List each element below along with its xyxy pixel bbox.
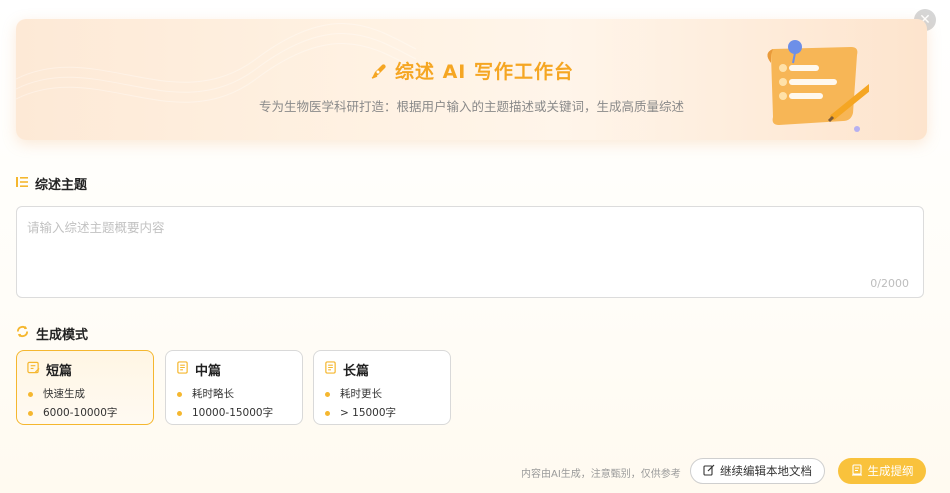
mode-option-bullets: 耗时更长 > 15000字 xyxy=(324,385,396,423)
header-banner: 综述 AI 写作工作台 专为生物医学科研打造：根据用户输入的主题描述或关键词，生… xyxy=(16,19,927,140)
list-icon xyxy=(16,176,28,192)
document-icon xyxy=(324,361,337,378)
list-item: 快速生成 xyxy=(27,385,117,404)
character-counter: 0/2000 xyxy=(870,277,909,290)
mode-option-bullets: 快速生成 6000-10000字 xyxy=(27,385,117,423)
generate-outline-button[interactable]: 生成提纲 xyxy=(838,458,926,484)
mode-label-text: 生成模式 xyxy=(36,328,89,343)
refresh-icon xyxy=(16,325,29,342)
list-item: 耗时更长 xyxy=(324,385,396,404)
list-item: 6000-10000字 xyxy=(27,404,117,423)
ai-disclaimer: 内容由AI生成，注意甄别，仅供参考 xyxy=(521,469,681,480)
document-pencil-illustration xyxy=(767,40,869,132)
mode-option-bullets: 耗时略长 10000-15000字 xyxy=(176,385,273,423)
mode-option-title: 短篇 xyxy=(27,360,72,379)
mode-option-short[interactable]: 短篇 快速生成 6000-10000字 xyxy=(16,350,154,425)
mode-option-title: 长篇 xyxy=(324,360,369,379)
mode-option-title: 中篇 xyxy=(176,360,221,379)
continue-edit-local-doc-button[interactable]: 继续编辑本地文档 xyxy=(690,458,825,484)
mode-option-title-text: 中篇 xyxy=(195,364,222,379)
mode-section-label: 生成模式 xyxy=(16,324,88,343)
list-item: 10000-15000字 xyxy=(176,404,273,423)
topic-label-text: 综述主题 xyxy=(35,178,88,193)
mode-option-medium[interactable]: 中篇 耗时略长 10000-15000字 xyxy=(165,350,303,425)
mode-option-title-text: 长篇 xyxy=(343,364,370,379)
mode-option-title-text: 短篇 xyxy=(46,364,73,379)
document-icon xyxy=(176,361,189,378)
edit-icon xyxy=(703,464,715,479)
outline-icon xyxy=(851,463,863,479)
edit-doc-icon xyxy=(27,361,40,378)
page-title-text: 综述 AI 写作工作台 xyxy=(394,61,574,83)
pen-icon xyxy=(369,61,389,86)
list-item: > 15000字 xyxy=(324,404,396,423)
list-item: 耗时略长 xyxy=(176,385,273,404)
topic-input[interactable] xyxy=(25,215,915,273)
continue-edit-label: 继续编辑本地文档 xyxy=(720,464,812,478)
topic-section-label: 综述主题 xyxy=(16,174,87,193)
generate-outline-label: 生成提纲 xyxy=(867,464,914,478)
mode-option-long[interactable]: 长篇 耗时更长 > 15000字 xyxy=(313,350,451,425)
topic-input-box: 0/2000 xyxy=(16,206,924,298)
